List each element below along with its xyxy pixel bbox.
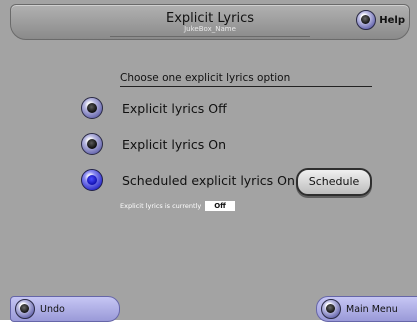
help-button[interactable]: Help [356, 10, 405, 30]
schedule-button[interactable]: Schedule [296, 168, 372, 196]
main-menu-button[interactable]: Main Menu [316, 296, 417, 322]
radio-selected-icon[interactable] [81, 169, 103, 191]
status-value-badge: Off [205, 201, 235, 211]
knob-icon [15, 299, 35, 319]
option-label: Scheduled explicit lyrics On [122, 172, 295, 188]
radio-unselected-icon[interactable] [81, 133, 103, 155]
radio-unselected-icon[interactable] [81, 97, 103, 119]
jukebox-name: JukeBox_Name [184, 25, 236, 33]
section-heading: Choose one explicit lyrics option [120, 72, 372, 87]
header-bar: Explicit Lyrics JukeBox_Name [10, 4, 410, 40]
knob-icon [321, 299, 341, 319]
option-label: Explicit lyrics Off [122, 100, 227, 116]
knob-icon [356, 10, 377, 30]
status-line: Explicit lyrics is currently Off [120, 201, 235, 211]
option-label: Explicit lyrics On [122, 136, 226, 152]
page-title: Explicit Lyrics [166, 11, 254, 26]
undo-label: Undo [40, 303, 65, 315]
option-explicit-off[interactable]: Explicit lyrics Off [81, 97, 227, 119]
status-text: Explicit lyrics is currently [120, 202, 202, 210]
option-scheduled-explicit-on[interactable]: Scheduled explicit lyrics On [81, 169, 295, 191]
help-label: Help [379, 14, 405, 26]
explicit-lyrics-screen: Explicit Lyrics JukeBox_Name Help Choose… [0, 0, 417, 322]
option-explicit-on[interactable]: Explicit lyrics On [81, 133, 226, 155]
header-tab-divider [110, 36, 310, 43]
undo-button[interactable]: Undo [10, 296, 120, 322]
main-menu-label: Main Menu [346, 303, 398, 315]
